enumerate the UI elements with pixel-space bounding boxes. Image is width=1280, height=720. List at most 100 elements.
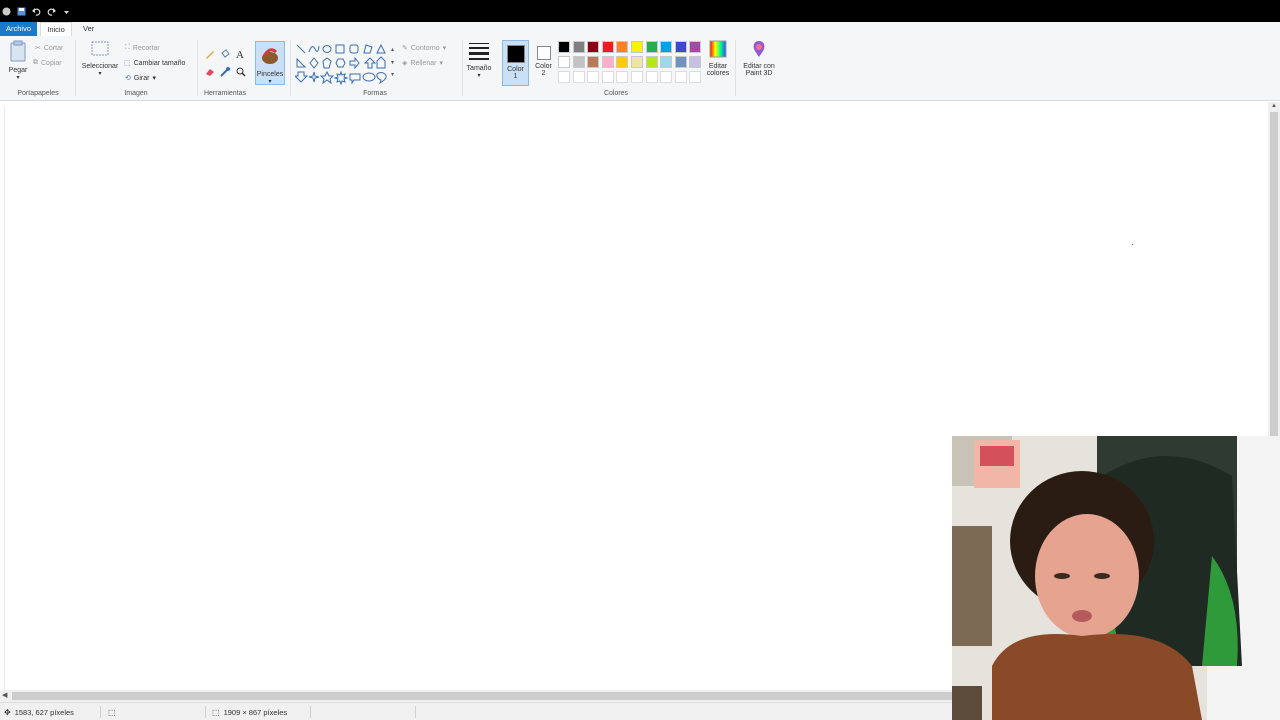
- color1-label: Color: [507, 66, 524, 73]
- undo-icon[interactable]: [32, 7, 41, 16]
- shapes-scroll-down-icon[interactable]: ▾: [391, 59, 394, 66]
- brushes-label: Pinceles: [256, 71, 284, 78]
- color1-swatch: [506, 45, 525, 63]
- brush-icon: [262, 48, 278, 64]
- palette-swatch[interactable]: [689, 41, 702, 53]
- copy-icon: ⧉: [33, 59, 38, 66]
- crop-label: Recortar: [132, 44, 160, 52]
- color1-button[interactable]: Color 1: [502, 40, 529, 86]
- crop-button[interactable]: ⛶ Recortar: [125, 44, 160, 52]
- divider: [197, 40, 198, 96]
- palette-swatch[interactable]: [631, 41, 643, 53]
- canvas-size: ⬚ 1909 × 867 píxeles: [212, 708, 287, 717]
- resize-button[interactable]: ⬚ Cambiar tamaño: [124, 59, 185, 68]
- copy-button[interactable]: ⧉ Copiar: [33, 59, 62, 67]
- color2-number: 2: [541, 70, 546, 77]
- selection-size-icon: ⬚: [108, 708, 116, 717]
- palette-swatch[interactable]: [601, 71, 614, 83]
- paint3d-label-line1: Editar con: [743, 63, 775, 70]
- quick-access-toolbar: [2, 7, 71, 16]
- color2-swatch: [536, 46, 551, 60]
- tab-file[interactable]: Archivo: [0, 22, 37, 36]
- palette-swatch[interactable]: [645, 41, 658, 53]
- palette-swatch[interactable]: [587, 41, 600, 53]
- palette-swatch[interactable]: [587, 56, 600, 68]
- palette-swatch[interactable]: [645, 71, 658, 83]
- palette-swatch[interactable]: [572, 71, 585, 83]
- horizontal-scroll-thumb[interactable]: [12, 692, 952, 700]
- divider: [310, 706, 311, 718]
- shapes-group-label: Formas: [363, 90, 387, 97]
- fill-button[interactable]: ◈ Rellenar ▾: [402, 59, 443, 68]
- canvas-size-icon: ⬚: [212, 708, 220, 717]
- palette-swatch[interactable]: [631, 56, 643, 68]
- palette-swatch[interactable]: [616, 56, 629, 68]
- paste-label: Pegar: [8, 67, 28, 74]
- scroll-up-arrow-icon[interactable]: ▲: [1271, 103, 1277, 109]
- select-label: Seleccionar: [81, 63, 119, 70]
- redo-icon[interactable]: [47, 7, 56, 16]
- svg-text:A: A: [236, 49, 244, 60]
- palette-swatch[interactable]: [645, 56, 658, 68]
- palette-swatch[interactable]: [660, 41, 673, 53]
- line-thickness-icon: [469, 43, 489, 60]
- cursor-move-icon: ✥: [4, 708, 11, 717]
- shapes-scroll-up-icon[interactable]: ▴: [391, 46, 394, 53]
- palette-swatch[interactable]: [572, 56, 585, 68]
- palette-swatch[interactable]: [587, 71, 600, 83]
- brushes-button[interactable]: Pinceles ▾: [255, 41, 285, 85]
- magnifier-icon[interactable]: [235, 66, 247, 78]
- color-wheel-icon: [709, 40, 727, 58]
- rotate-button[interactable]: ⟲ Girar ▾: [125, 74, 156, 83]
- shapes-more-icon[interactable]: ▾: [391, 71, 394, 78]
- divider: [290, 40, 291, 96]
- palette-swatch[interactable]: [631, 71, 643, 83]
- tab-home[interactable]: Inicio: [40, 22, 72, 36]
- palette-swatch[interactable]: [616, 41, 629, 53]
- color2-button[interactable]: Color 2: [531, 40, 556, 77]
- palette-swatch[interactable]: [689, 71, 702, 83]
- scroll-left-arrow-icon[interactable]: ◀: [2, 691, 7, 699]
- paste-button[interactable]: Pegar ▾: [6, 40, 30, 81]
- palette-swatch[interactable]: [674, 41, 687, 53]
- palette-swatch[interactable]: [674, 56, 687, 68]
- palette-swatch[interactable]: [558, 41, 570, 53]
- palette-swatch[interactable]: [660, 56, 673, 68]
- edit-colors-button[interactable]: Editar colores: [704, 40, 732, 77]
- palette-swatch[interactable]: [689, 56, 702, 68]
- eraser-icon[interactable]: [204, 66, 216, 78]
- select-button[interactable]: Seleccionar ▾: [80, 40, 120, 77]
- webcam-video: [952, 436, 1280, 720]
- fill-bucket-icon[interactable]: [219, 48, 231, 60]
- selection-rectangle-icon: [91, 41, 109, 56]
- color-picker-icon[interactable]: [219, 66, 231, 78]
- clipboard-icon: [10, 40, 26, 62]
- palette-swatch[interactable]: [616, 71, 629, 83]
- paint3d-icon: [753, 41, 765, 57]
- text-icon[interactable]: A: [235, 48, 247, 60]
- divider: [462, 40, 463, 96]
- palette-swatch[interactable]: [660, 71, 673, 83]
- canvas-dot: [1132, 244, 1133, 245]
- cut-button[interactable]: ✂ Cortar: [35, 44, 64, 53]
- size-button[interactable]: Tamaño ▾: [465, 40, 493, 79]
- palette-swatch[interactable]: [601, 41, 614, 53]
- customize-qat-icon[interactable]: [62, 7, 71, 16]
- edit-with-paint3d-button[interactable]: Editar con Paint 3D: [738, 40, 780, 77]
- tab-view[interactable]: Ver: [78, 22, 99, 36]
- palette-swatch[interactable]: [558, 71, 570, 83]
- palette-swatch[interactable]: [674, 71, 687, 83]
- save-icon[interactable]: [17, 7, 26, 16]
- outline-button[interactable]: ✎ Contorno ▾: [402, 44, 446, 53]
- palette-swatch[interactable]: [572, 41, 585, 53]
- webcam-overlay: [952, 436, 1280, 720]
- pencil-icon[interactable]: [204, 48, 216, 60]
- rotate-label: Girar: [133, 74, 150, 82]
- divider: [100, 706, 101, 718]
- palette-swatch[interactable]: [558, 56, 570, 68]
- palette-swatch[interactable]: [601, 56, 614, 68]
- divider: [735, 40, 736, 96]
- title-bar: [0, 0, 1280, 22]
- cut-label: Cortar: [43, 44, 64, 52]
- shapes-gallery[interactable]: [295, 43, 391, 85]
